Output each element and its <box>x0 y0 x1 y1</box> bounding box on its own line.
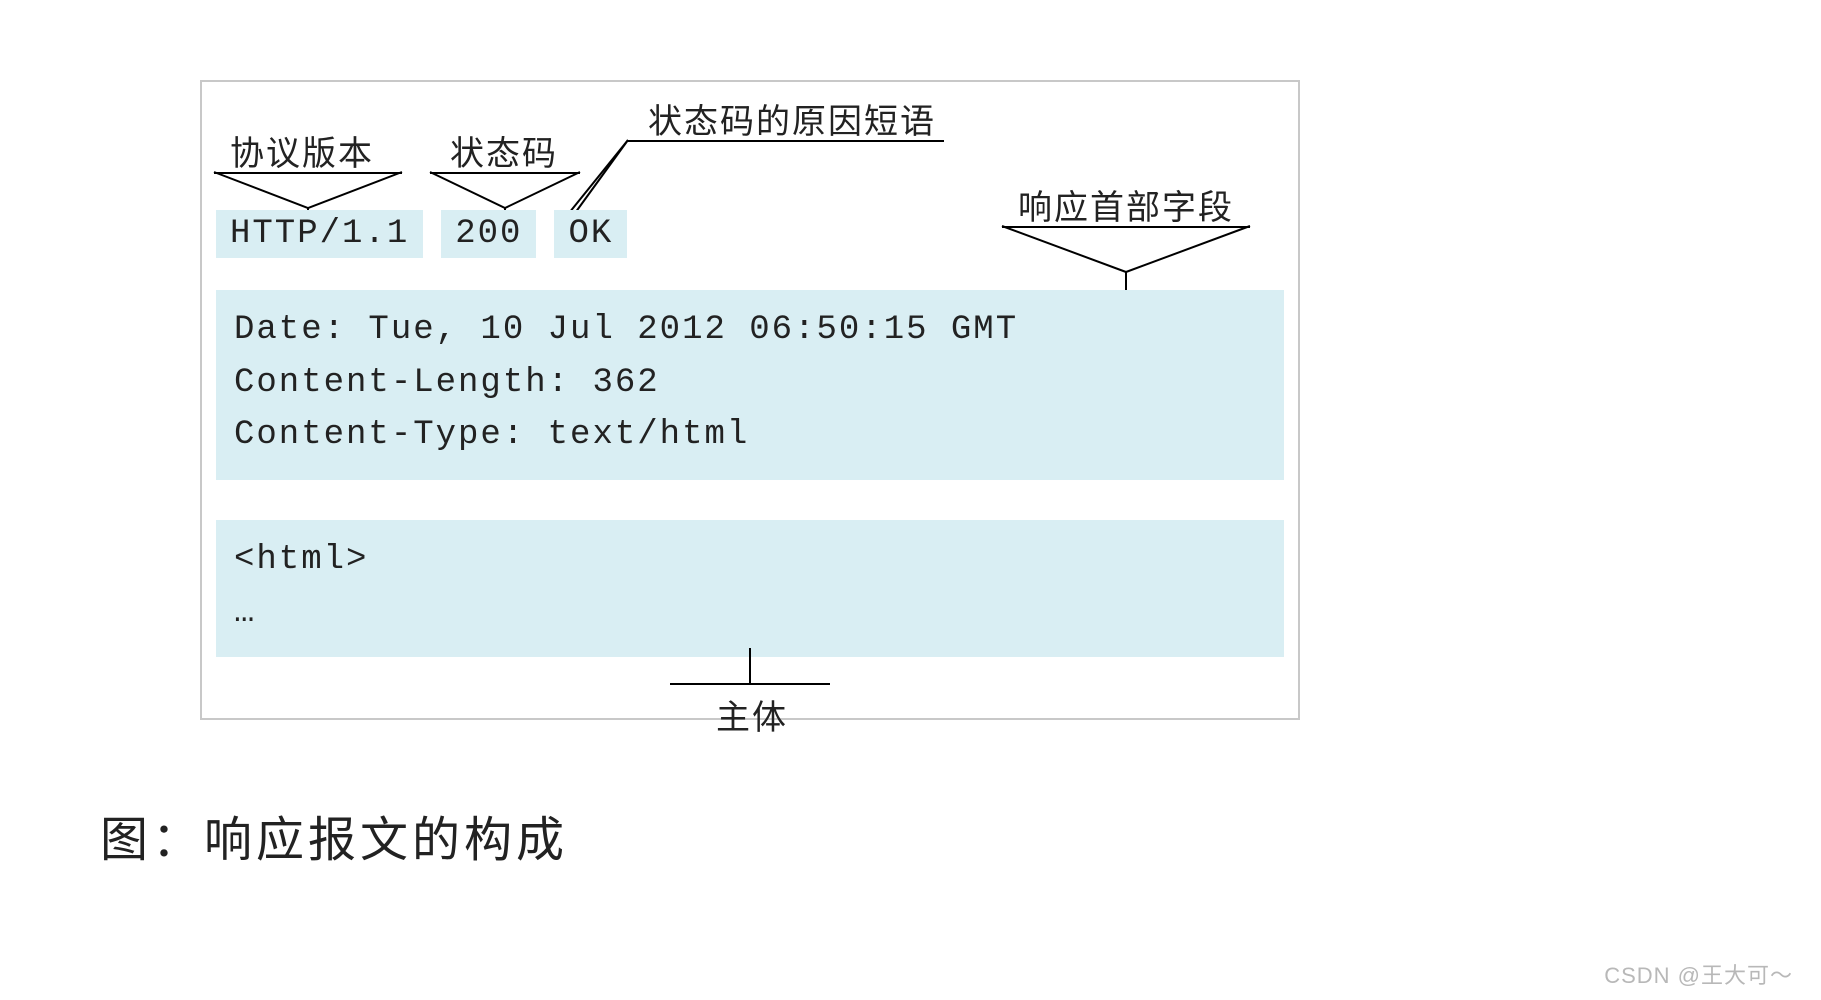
token-reason-phrase: OK <box>554 210 627 258</box>
body-line-html: <html> <box>234 534 1266 587</box>
token-status-code: 200 <box>441 210 536 258</box>
label-protocol-version: 协议版本 <box>230 126 374 175</box>
status-line: HTTP/1.1 200 OK <box>216 210 627 258</box>
figure-caption: 图：响应报文的构成 <box>100 800 568 870</box>
response-body-block: <html> … <box>216 520 1284 657</box>
header-line-date: Date: Tue, 10 Jul 2012 06:50:15 GMT <box>234 304 1266 357</box>
token-protocol: HTTP/1.1 <box>216 210 423 258</box>
watermark: CSDN @王大可～ <box>1604 958 1793 990</box>
underline-response-headers <box>1002 226 1250 228</box>
label-reason-phrase: 状态码的原因短语 <box>648 94 936 143</box>
label-response-headers: 响应首部字段 <box>1018 180 1234 229</box>
underline-protocol <box>214 172 402 174</box>
body-line-ellipsis: … <box>234 587 1266 640</box>
underline-status-code <box>430 172 580 174</box>
label-body: 主体 <box>716 690 788 739</box>
label-status-code: 状态码 <box>450 126 558 175</box>
response-headers-block: Date: Tue, 10 Jul 2012 06:50:15 GMT Cont… <box>216 290 1284 480</box>
diagram-canvas: 协议版本 状态码 状态码的原因短语 响应首部字段 HTTP/1.1 <box>0 0 1821 1000</box>
underline-reason-phrase <box>628 140 944 142</box>
header-line-content-length: Content-Length: 362 <box>234 357 1266 410</box>
header-line-content-type: Content-Type: text/html <box>234 409 1266 462</box>
